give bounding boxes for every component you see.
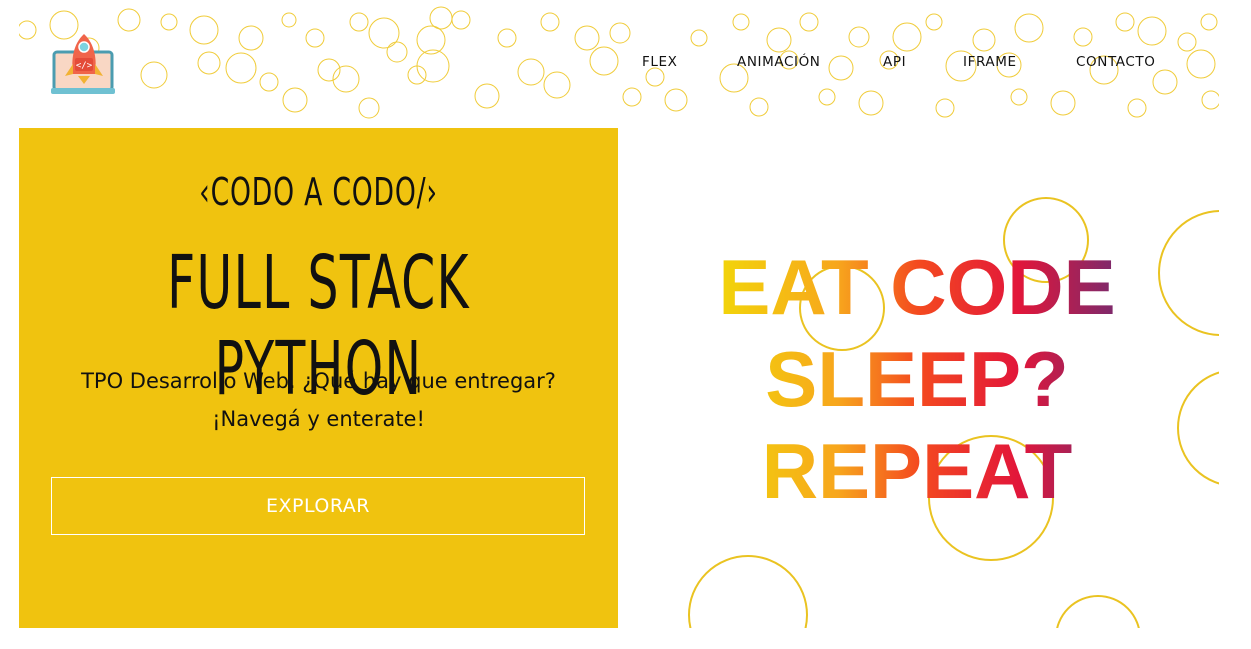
hero-description-line1: TPO Desarrollo Web. ¿Qué hay que entrega… bbox=[81, 369, 556, 393]
nav-link-api[interactable]: API bbox=[883, 54, 906, 70]
hero-subtitle: ‹CODO A CODO/› bbox=[199, 170, 438, 214]
nav-link-contacto[interactable]: CONTACTO bbox=[1076, 54, 1155, 70]
slogan-line2: SLEEP? bbox=[765, 335, 1068, 423]
main-nav: FLEX ANIMACIÓN API IFRAME CONTACTO bbox=[19, 54, 1219, 74]
slogan-line1: EAT CODE bbox=[718, 243, 1115, 331]
slogan-panel: EAT CODE SLEEP? REPEAT bbox=[618, 128, 1219, 628]
explore-button[interactable]: EXPLORAR bbox=[51, 477, 585, 535]
hero-description: TPO Desarrollo Web. ¿Qué hay que entrega… bbox=[49, 362, 588, 438]
site-header: </> FLEX ANIMACIÓN API IFRAME CONTACTO bbox=[19, 0, 1219, 128]
slogan-text: EAT CODE SLEEP? REPEAT bbox=[718, 243, 1115, 515]
hero-description-line2: ¡Navegá y enterate! bbox=[212, 407, 425, 431]
nav-link-animacion[interactable]: ANIMACIÓN bbox=[737, 54, 821, 70]
slogan-line3: REPEAT bbox=[762, 427, 1073, 515]
nav-link-iframe[interactable]: IFRAME bbox=[963, 54, 1017, 70]
hero-panel: ‹CODO A CODO/› FULL STACK PYTHON TPO Des… bbox=[19, 128, 618, 628]
nav-link-flex[interactable]: FLEX bbox=[642, 54, 677, 70]
